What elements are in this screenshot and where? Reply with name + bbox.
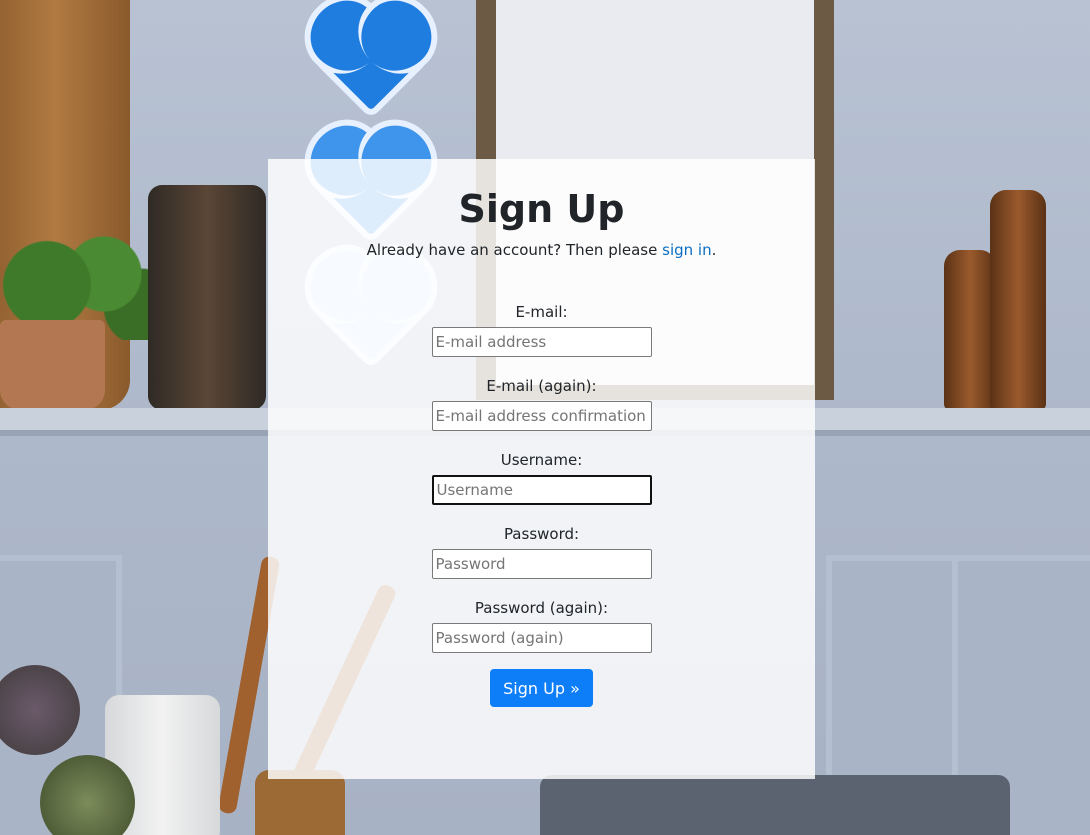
- password-label: Password:: [503, 525, 580, 543]
- signup-card: Sign Up Already have an account? Then pl…: [268, 159, 815, 779]
- email-confirm-label: E-mail (again):: [486, 377, 597, 395]
- email-field[interactable]: [431, 327, 652, 357]
- email-confirm-field[interactable]: [431, 401, 652, 431]
- email-label: E-mail:: [515, 303, 568, 321]
- signup-form: E-mail: E-mail (again): Username: Passwo…: [268, 303, 815, 707]
- password-confirm-field[interactable]: [431, 623, 652, 653]
- username-label: Username:: [500, 451, 583, 469]
- password-confirm-label: Password (again):: [474, 599, 609, 617]
- password-field[interactable]: [431, 549, 652, 579]
- page-title: Sign Up: [458, 187, 625, 231]
- signin-link[interactable]: sign in: [662, 241, 711, 259]
- signup-button[interactable]: Sign Up »: [490, 669, 593, 707]
- signin-prompt: Already have an account? Then please sig…: [268, 241, 815, 259]
- signin-prompt-end: .: [711, 241, 717, 259]
- username-field[interactable]: [431, 475, 652, 505]
- signin-prompt-text: Already have an account? Then please: [366, 241, 663, 259]
